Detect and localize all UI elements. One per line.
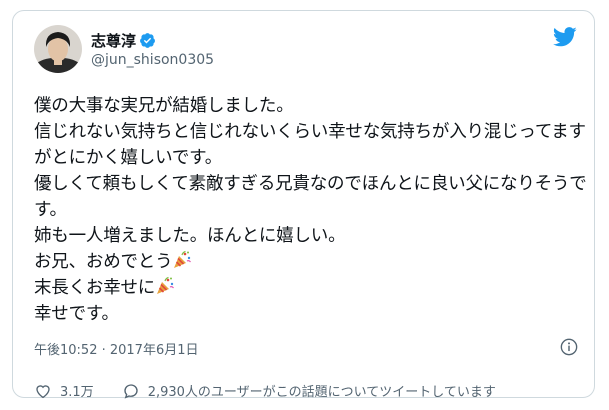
party-popper-icon: [174, 250, 192, 268]
tweet-line-with-emoji: 末長くお幸せに: [34, 275, 579, 301]
tweet-line: 僕の大事な実兄が結婚しました。: [34, 96, 294, 116]
tweet-text: 僕の大事な実兄が結婚しました。 信じれない気持ちと信じれないくらい幸せな気持ちが…: [34, 93, 587, 327]
tweet-line-with-emoji: お兄、おめでとう: [34, 249, 579, 275]
tweet-line: 幸せです。: [34, 304, 119, 324]
tweet-line-text: 末長くお幸せに: [34, 278, 156, 298]
twitter-bird-icon[interactable]: [553, 27, 577, 47]
verified-badge-icon: [140, 33, 155, 48]
like-count: 3.1万: [60, 385, 94, 400]
tweet-card[interactable]: 志尊淳 @jun_shison0305 僕の大事な実兄が結婚しました。 信じれな…: [12, 10, 595, 400]
display-name[interactable]: 志尊淳: [91, 30, 156, 51]
tweet-timestamp[interactable]: 午後10:52 · 2017年6月1日: [34, 339, 199, 358]
tweet-line: 優しくて頼もしくて素敵すぎる兄貴なのでほんとに良い父になりそうで: [34, 174, 587, 194]
tweet-line: す。: [34, 200, 67, 220]
comment-bubble-icon: [124, 383, 138, 399]
display-name-text: 志尊淳: [91, 32, 137, 50]
tweet-line-text: お兄、おめでとう: [34, 252, 173, 272]
tweet-line: がとにかく嬉しいです。: [34, 148, 223, 168]
avatar[interactable]: [34, 25, 82, 73]
like-button[interactable]: 3.1万: [34, 381, 94, 400]
tweet-actions: 3.1万 2,930人のユーザーがこの話題についてツイートしています: [34, 381, 496, 400]
tweet-line: 信じれない気持ちと信じれないくらい幸せな気持ちが入り混じってます: [34, 122, 586, 142]
party-popper-icon: [157, 276, 175, 294]
reply-button[interactable]: 2,930人のユーザーがこの話題についてツイートしています: [122, 381, 496, 400]
user-handle[interactable]: @jun_shison0305: [91, 52, 214, 68]
heart-icon: [36, 384, 50, 398]
reply-text: 2,930人のユーザーがこの話題についてツイートしています: [147, 385, 496, 400]
tweet-line: 姉も一人増えました。ほんとに嬉しい。: [34, 226, 346, 246]
info-icon[interactable]: [560, 338, 578, 356]
